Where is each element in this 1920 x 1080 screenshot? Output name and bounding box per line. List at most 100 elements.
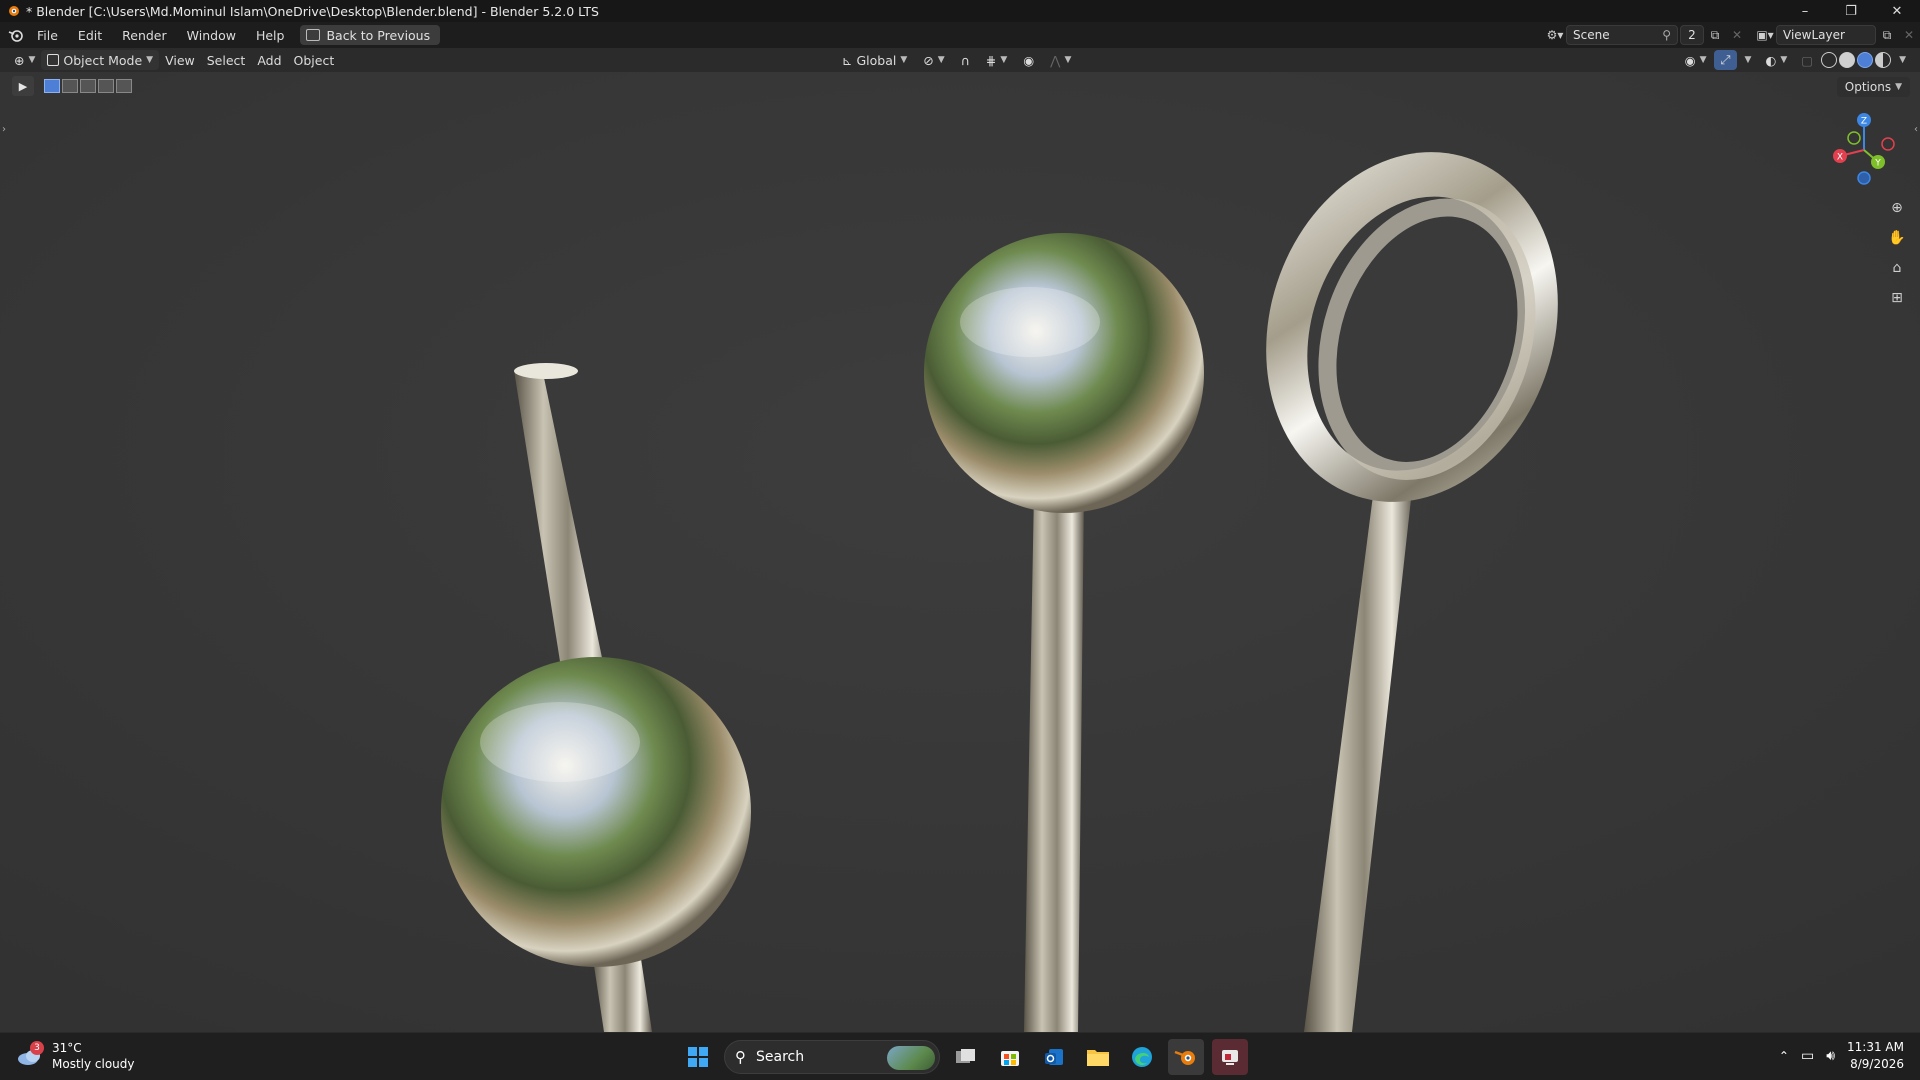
cursor-arrow-icon: ▶ (18, 79, 28, 93)
maximize-button[interactable]: ❐ (1828, 0, 1874, 22)
pivot-point-dropdown[interactable]: ⊘ ▼ (917, 50, 950, 70)
close-button[interactable]: ✕ (1874, 0, 1920, 22)
microsoft-store-icon[interactable] (992, 1039, 1028, 1075)
menu-add[interactable]: Add (251, 50, 287, 70)
back-to-previous-label: Back to Previous (326, 27, 431, 43)
overlays-toggle[interactable]: ◐ ▼ (1759, 50, 1793, 70)
menu-file[interactable]: File (27, 24, 68, 46)
menu-view[interactable]: View (159, 50, 201, 70)
gizmo-toggle[interactable]: ⤢ (1714, 50, 1737, 70)
blender-menu-icon[interactable] (5, 24, 27, 46)
object-mode-dropdown[interactable]: Object Mode ▼ (41, 50, 160, 70)
solid-shading-icon[interactable] (1839, 52, 1856, 68)
magnet-icon: ∩ (960, 52, 970, 68)
system-tray: ⌃ ▭ 🔊︎ 11:31 AM 8/9/2026 (1779, 1039, 1904, 1073)
menu-render[interactable]: Render (112, 24, 177, 46)
blender-app-icon (9, 6, 19, 16)
select-extend-icon[interactable] (62, 79, 78, 93)
gizmo-dropdown[interactable]: ▼ (1739, 50, 1758, 70)
viewport-navigation-tools: ⊕ ✋ ⌂ ⊞ (1885, 196, 1909, 310)
chevron-down-icon: ▼ (1000, 55, 1008, 65)
orientation-dropdown[interactable]: ⊾ Global ▼ (836, 50, 913, 70)
menu-object[interactable]: Object (288, 50, 341, 70)
temperature: 31°C (52, 1041, 82, 1055)
select-new-icon[interactable] (44, 79, 60, 93)
top-menu-bar: File Edit Render Window Help Back to Pre… (0, 22, 1920, 48)
edge-browser-icon[interactable] (1124, 1039, 1160, 1075)
windows-start-icon[interactable] (680, 1039, 716, 1075)
chevron-down-icon: ▼ (1699, 55, 1707, 65)
gizmo-neg-x[interactable] (1881, 137, 1895, 151)
editor-type-button[interactable]: ⊕ ▼ (8, 50, 41, 70)
pan-hand-icon[interactable]: ✋ (1885, 226, 1909, 250)
menu-window[interactable]: Window (177, 24, 246, 46)
task-view-icon[interactable] (948, 1039, 984, 1075)
snap-toggle[interactable]: ∩ (955, 50, 976, 70)
shading-dropdown[interactable]: ▼ (1893, 50, 1912, 70)
scene-users-count[interactable]: 2 (1680, 25, 1704, 45)
menu-select[interactable]: Select (201, 50, 252, 70)
snipping-tool-icon[interactable] (1212, 1039, 1248, 1075)
select-subtract-icon[interactable] (80, 79, 96, 93)
new-scene-icon[interactable]: ⧉ (1704, 25, 1726, 45)
camera-view-icon[interactable]: ⌂ (1885, 256, 1909, 280)
window-controls: – ❐ ✕ (1782, 0, 1920, 22)
orientation-label: Global (856, 52, 897, 68)
blender-taskbar-icon[interactable] (1168, 1039, 1204, 1075)
search-highlight-thumbnail (887, 1046, 935, 1070)
pin-icon[interactable]: ⚲ (1662, 28, 1671, 42)
clock[interactable]: 11:31 AM 8/9/2026 (1847, 1039, 1904, 1073)
windows-taskbar: 3 31°C Mostly cloudy ⚲ Search ⌃ ▭ 🔊︎ 11:… (0, 1032, 1920, 1080)
delete-scene-icon[interactable]: ✕ (1726, 25, 1748, 45)
material-preview-shading-icon[interactable] (1857, 52, 1874, 68)
object-mode-label: Object Mode (63, 52, 143, 68)
menu-edit[interactable]: Edit (68, 24, 112, 46)
scene-browse-icon[interactable]: ⚙▾ (1544, 25, 1566, 45)
view-layer-name: ViewLayer (1783, 28, 1845, 42)
proportional-edit-toggle[interactable]: ◉ (1017, 50, 1040, 70)
middle-rod (1024, 492, 1084, 1032)
weather-widget[interactable]: 3 31°C Mostly cloudy (16, 1040, 135, 1072)
minimize-button[interactable]: – (1782, 0, 1828, 22)
perspective-grid-icon[interactable]: ⊞ (1885, 286, 1909, 310)
delete-view-layer-icon[interactable]: ✕ (1898, 25, 1920, 45)
gizmo-neg-z[interactable] (1857, 171, 1871, 185)
network-icon[interactable]: ▭ (1801, 1048, 1814, 1064)
clock-time: 11:31 AM (1847, 1040, 1904, 1054)
select-invert-icon[interactable] (98, 79, 114, 93)
xray-toggle[interactable]: ▢ (1795, 50, 1819, 70)
visibility-dropdown[interactable]: ◉ ▼ (1679, 50, 1713, 70)
menu-help[interactable]: Help (246, 24, 295, 46)
snap-increment-icon: ⋕ (985, 52, 997, 68)
transform-tools: ⊾ Global ▼ ⊘ ▼ ∩ ⋕ ▼ ◉ ⋀ ▼ (836, 50, 1077, 70)
rendered-shading-icon[interactable] (1875, 52, 1892, 68)
wireframe-shading-icon[interactable] (1821, 52, 1838, 68)
select-intersect-icon[interactable] (116, 79, 132, 93)
scene-name-field[interactable]: Scene ⚲ (1566, 25, 1678, 45)
outlook-icon[interactable] (1036, 1039, 1072, 1075)
show-hidden-icons-chevron-up-icon[interactable]: ⌃ (1779, 1049, 1789, 1063)
options-dropdown[interactable]: Options ▼ (1836, 77, 1910, 97)
chevron-down-icon: ▼ (1899, 55, 1906, 65)
cloud-icon: 3 (16, 1041, 44, 1067)
select-tool-button[interactable]: ▶ (12, 76, 34, 96)
gizmo-x-label: X (1837, 153, 1843, 163)
3d-viewport[interactable] (0, 72, 1920, 1032)
sidebar-expand-icon[interactable]: ‹ (1914, 124, 1918, 135)
snap-target-dropdown[interactable]: ⋕ ▼ (980, 50, 1013, 70)
back-to-previous-button[interactable]: Back to Previous (300, 25, 441, 45)
volume-icon[interactable]: 🔊︎ (1826, 1048, 1835, 1064)
view-layer-field[interactable]: ViewLayer (1776, 25, 1876, 45)
view-layer-browse-icon[interactable]: ▣▾ (1754, 25, 1776, 45)
gizmo-icon: ⤢ (1720, 52, 1731, 67)
new-view-layer-icon[interactable]: ⧉ (1876, 25, 1898, 45)
zoom-icon[interactable]: ⊕ (1885, 196, 1909, 220)
navigation-gizmo[interactable]: Z X Y (1826, 110, 1902, 186)
gizmo-neg-y[interactable] (1847, 131, 1861, 145)
left-sphere (441, 657, 751, 967)
taskbar-search[interactable]: ⚲ Search (724, 1040, 940, 1074)
falloff-dropdown[interactable]: ⋀ ▼ (1044, 50, 1077, 70)
file-explorer-icon[interactable] (1080, 1039, 1116, 1075)
gizmo-y-label: Y (1874, 159, 1881, 169)
toolbar-expand-icon[interactable]: › (2, 124, 6, 135)
